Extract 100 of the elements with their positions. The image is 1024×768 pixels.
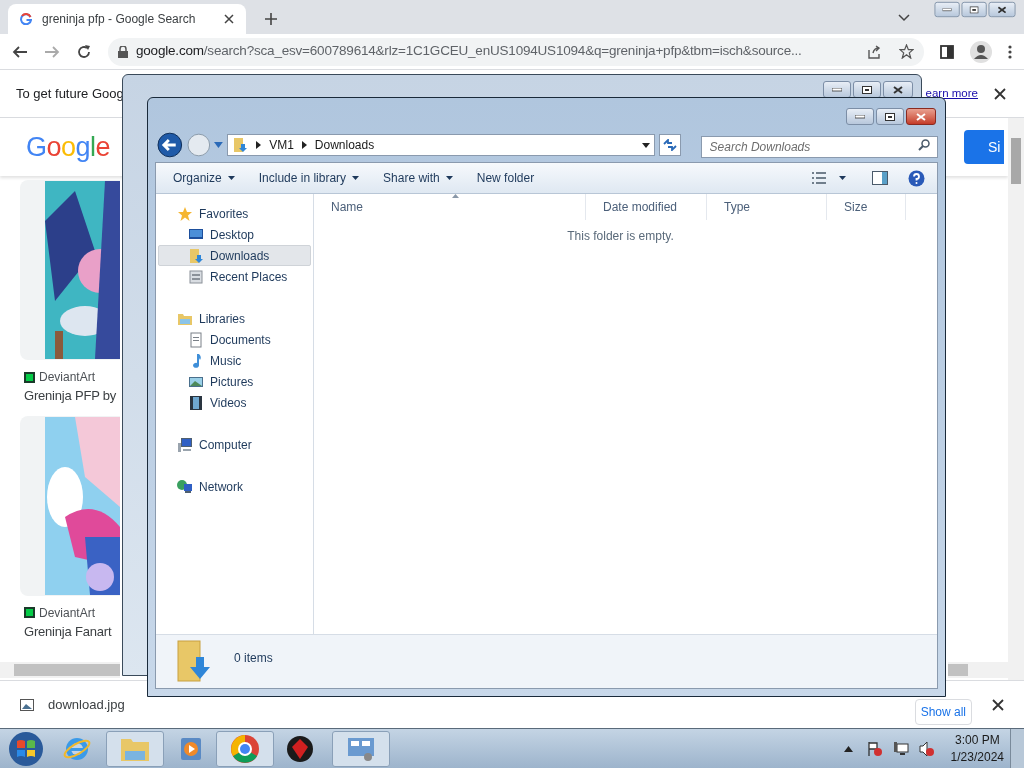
column-header[interactable]: Size — [827, 194, 906, 220]
nav-item[interactable]: Desktop — [158, 224, 311, 245]
star-icon — [177, 205, 193, 222]
chevron-right-icon[interactable] — [256, 141, 262, 149]
nav-item[interactable]: Documents — [158, 329, 311, 350]
nav-item[interactable]: Videos — [158, 392, 311, 413]
breadcrumb[interactable]: Downloads — [314, 136, 375, 154]
result-title[interactable]: Greninja Fanart — [24, 621, 112, 641]
close-icon — [997, 5, 1007, 14]
deviantart-icon — [24, 371, 35, 383]
show-desktop-button[interactable] — [1010, 728, 1024, 768]
nav-item[interactable]: Favorites — [158, 203, 311, 224]
film-icon — [188, 394, 204, 411]
browser-tab[interactable]: greninja pfp - Google Search — [8, 4, 246, 34]
computer-icon — [177, 436, 193, 453]
close-icon[interactable] — [224, 14, 234, 24]
profile-icon[interactable] — [970, 40, 992, 63]
minimize-icon — [942, 7, 952, 12]
google-favicon-icon — [20, 13, 32, 25]
nav-item[interactable]: Recent Places — [158, 266, 311, 287]
clock-date[interactable]: 1/23/2024 — [950, 748, 1004, 766]
caret-icon[interactable] — [641, 142, 650, 148]
nav-item[interactable]: Music — [158, 350, 311, 371]
maximize-button[interactable] — [876, 108, 904, 125]
close-icon[interactable] — [992, 698, 1004, 711]
show-hidden-icons-icon[interactable] — [843, 745, 853, 752]
media-player-icon[interactable] — [178, 735, 204, 762]
nav-item[interactable]: Computer — [158, 434, 311, 455]
toolbar-button[interactable]: Include in library — [250, 166, 368, 190]
search-icon — [918, 139, 930, 151]
back-button[interactable] — [157, 132, 183, 158]
folder-download-icon — [176, 639, 212, 683]
result-source: DeviantArt — [39, 369, 96, 386]
toolbar-button[interactable]: Organize — [165, 166, 243, 190]
minimize-icon — [855, 114, 865, 119]
breadcrumb[interactable]: VM1 — [269, 136, 294, 154]
download-filename[interactable]: download.jpg — [48, 694, 125, 715]
result-source: DeviantArt — [39, 604, 96, 622]
star-icon[interactable] — [899, 44, 914, 59]
lock-icon — [118, 45, 128, 58]
chevron-down-icon[interactable] — [898, 14, 910, 22]
deviantart-icon — [24, 607, 35, 618]
preview-pane-icon[interactable] — [872, 171, 888, 185]
google-logo: Google — [26, 130, 111, 164]
refresh-button[interactable] — [658, 134, 681, 156]
menu-icon[interactable] — [1008, 44, 1012, 59]
recent-places-icon — [188, 268, 204, 285]
sign-in-button[interactable]: Si — [964, 130, 1004, 164]
address-field[interactable]: VM1 Downloads — [227, 134, 655, 156]
refresh-arrows-icon — [662, 139, 677, 151]
network-icon — [177, 478, 193, 495]
learn-more-link[interactable]: earn more — [925, 84, 978, 103]
caret-icon — [445, 176, 453, 180]
toolbar-button[interactable]: New folder — [468, 166, 543, 190]
show-all-button[interactable]: Show all — [914, 698, 972, 725]
horizontal-scrollbar[interactable] — [0, 662, 120, 678]
caret-icon — [227, 176, 235, 180]
new-tab-icon[interactable] — [264, 12, 278, 26]
caret-icon — [352, 176, 360, 180]
item-count: 0 items — [234, 650, 273, 667]
side-panel-icon[interactable] — [940, 44, 954, 59]
speaker-muted-icon[interactable] — [918, 740, 935, 757]
minimize-icon — [832, 87, 842, 92]
scrollbar-end[interactable] — [948, 662, 1008, 678]
search-field[interactable]: Search Downloads — [700, 136, 938, 158]
taskbar-button[interactable] — [216, 730, 274, 767]
caret-icon[interactable] — [839, 176, 846, 180]
flag-error-icon[interactable] — [866, 740, 883, 757]
reload-icon[interactable] — [76, 43, 92, 60]
close-button[interactable] — [906, 108, 936, 125]
nav-item[interactable]: Pictures — [158, 371, 311, 392]
back-arrow-icon[interactable] — [12, 43, 28, 60]
close-button[interactable] — [988, 1, 1016, 18]
sort-arrow-icon — [452, 194, 459, 198]
vertical-scrollbar[interactable] — [1008, 118, 1024, 680]
taskbar-button[interactable] — [332, 730, 390, 767]
nav-item[interactable]: Network — [158, 476, 311, 497]
folder-download-icon — [232, 137, 249, 153]
chevron-right-icon[interactable] — [301, 141, 307, 149]
maximize-icon — [969, 5, 979, 14]
address-bar[interactable]: google.com/search?sca_esv=600789614&rlz=1C1GCEU_enUS1094US1094&q=greninja+pfp&tbm=isch&source... — [108, 37, 924, 66]
share-icon[interactable] — [867, 44, 881, 59]
result-title[interactable]: Greninja PFP by — [24, 386, 117, 406]
toolbar-button[interactable]: Share with — [375, 166, 461, 190]
image-card[interactable] — [20, 180, 120, 360]
chrome-icon — [230, 733, 260, 764]
maximize-icon — [862, 85, 872, 94]
network-error-icon[interactable] — [892, 740, 909, 757]
close-icon[interactable] — [994, 87, 1006, 100]
image-card[interactable] — [20, 415, 120, 596]
nav-item[interactable]: Downloads — [158, 245, 311, 266]
clock-time[interactable]: 3:00 PM — [954, 731, 1000, 749]
help-icon[interactable] — [908, 169, 925, 187]
column-header[interactable]: Type — [707, 194, 827, 220]
view-list-icon[interactable] — [811, 171, 827, 185]
nav-item[interactable]: Libraries — [158, 308, 311, 329]
column-header[interactable]: Date modified — [586, 194, 707, 220]
start-button[interactable] — [8, 730, 44, 767]
emblem-icon[interactable] — [286, 734, 314, 763]
maximize-icon — [885, 112, 895, 121]
